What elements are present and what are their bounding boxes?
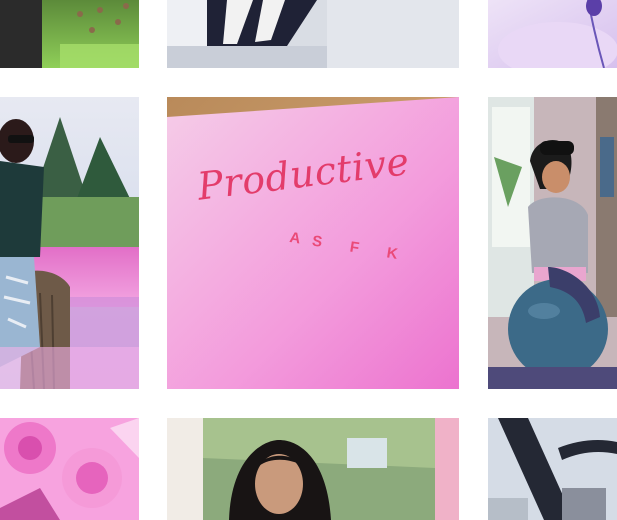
photo-tile-exercise-ball[interactable] <box>488 97 617 389</box>
photo-grid: Productive AS F K <box>0 0 617 520</box>
photo-tile-garden[interactable] <box>0 0 139 68</box>
photo-tile-striped-shirt[interactable] <box>167 0 459 68</box>
photo-tile-productive-card[interactable]: Productive AS F K <box>167 97 459 389</box>
photo-tile-lake-woman[interactable] <box>0 97 139 389</box>
photo-tile-roses[interactable] <box>0 418 139 520</box>
photo-tile-gym-machine[interactable] <box>488 418 617 520</box>
photo-tile-portrait[interactable] <box>167 418 459 520</box>
photo-tile-headphones[interactable] <box>488 0 617 68</box>
